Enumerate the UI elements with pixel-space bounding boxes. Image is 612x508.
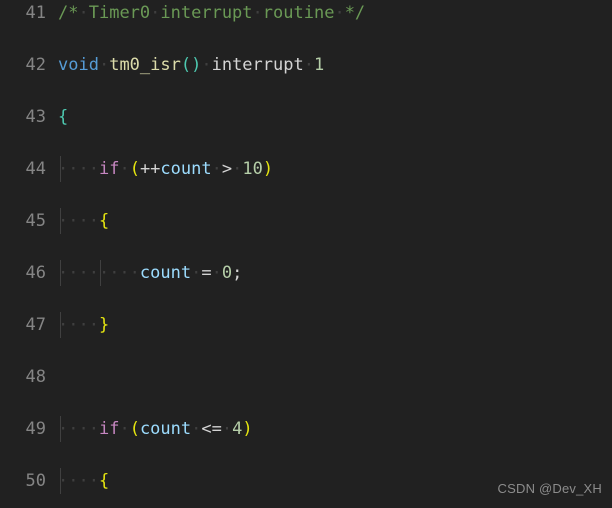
code-line[interactable]: 42 void·tm0_isr()·interrupt·1 [0,52,612,78]
code-line[interactable]: 46 ········count·=·0; [0,260,612,286]
line-number: 46 [25,263,46,283]
code-token: count [139,419,192,439]
watermark-label: CSDN @Dev_XH [497,481,602,496]
code-token: ( [129,419,140,439]
code-token: { [98,211,110,231]
code-token: 4 [232,419,243,439]
code-token: · [232,159,243,179]
code-token: count [160,159,212,179]
code-token: · [191,263,202,283]
line-number: 44 [25,159,46,179]
code-token: { [58,107,69,127]
code-editor[interactable]: 41/*·Timer0·interrupt·routine·*/42 void·t… [0,0,612,508]
code-line-content[interactable]: ····{ [58,208,109,234]
code-token: · [221,419,233,439]
code-line-content[interactable]: void·tm0_isr()·interrupt·1 [58,52,324,78]
code-token: 10 [242,159,263,179]
code-line[interactable]: 41/*·Timer0·interrupt·routine·*/ [0,0,612,26]
code-token: if [98,419,120,439]
code-line[interactable]: 43 { [0,104,612,130]
code-line[interactable]: 44 ····if·(++count·>·10) [0,156,612,182]
code-token: · [334,3,345,23]
code-token: · [119,159,130,179]
line-number: 50 [25,471,46,491]
code-token: ···· [58,263,99,283]
code-line-content[interactable]: /*·Timer0·interrupt·routine·*/ [58,0,365,26]
code-line-content[interactable]: ····{ [58,468,109,494]
code-token: 0 [221,263,233,283]
code-token: · [191,419,202,439]
code-token: · [303,55,314,75]
code-token: count [139,263,192,283]
code-token: ) [242,419,253,439]
code-line-content[interactable]: ····} [58,312,109,338]
code-token: ++ [139,159,161,179]
code-line[interactable]: 48 [0,364,612,390]
code-token: 1 [313,55,325,75]
code-line[interactable]: 47 ····} [0,312,612,338]
code-token: ···· [58,211,99,231]
code-token: ···· [58,471,99,491]
code-token: } [98,315,110,335]
code-token: ···· [58,315,99,335]
code-token: routine [262,3,335,23]
line-number: 47 [25,315,46,335]
code-token: · [119,419,130,439]
code-line[interactable]: 45 ····{ [0,208,612,234]
code-token: tm0_isr [109,55,181,75]
code-lines-container[interactable]: 41/*·Timer0·interrupt·routine·*/42 void·t… [0,0,612,494]
code-token: { [98,471,110,491]
code-token: interrupt [211,55,304,75]
code-token: ( [129,159,140,179]
code-token: ; [232,263,243,283]
code-token: ···· [58,159,99,179]
code-token: <= [201,419,222,439]
code-token: · [78,3,89,23]
code-token: () [180,55,202,75]
line-number: 42 [25,55,46,75]
code-line[interactable]: 49 ····if·(count·<=·4) [0,416,612,442]
line-number: 43 [25,107,46,127]
code-token: · [211,263,222,283]
code-token: · [252,3,263,23]
code-token: · [211,159,222,179]
code-token: · [150,3,161,23]
code-line-content[interactable]: ····if·(count·<=·4) [58,416,253,442]
line-number: 48 [25,367,46,387]
line-number: 45 [25,211,46,231]
code-token: > [221,159,233,179]
code-token: /* [58,3,79,23]
code-token: ···· [58,419,99,439]
code-line-content[interactable]: ····if·(++count·>·10) [58,156,273,182]
code-token: void [58,55,99,75]
code-token: ) [262,159,274,179]
line-number: 49 [25,419,46,439]
line-number: 41 [25,3,46,23]
code-token: = [201,263,212,283]
code-token: Timer0 [88,3,151,23]
code-token: if [98,159,120,179]
code-token: · [98,55,110,75]
code-line-content[interactable]: { [58,104,68,130]
code-line-content[interactable]: ········count·=·0; [58,260,242,286]
code-token: · [201,55,212,75]
code-token: ···· [98,263,140,283]
code-token: */ [344,3,366,23]
code-token: interrupt [160,3,253,23]
